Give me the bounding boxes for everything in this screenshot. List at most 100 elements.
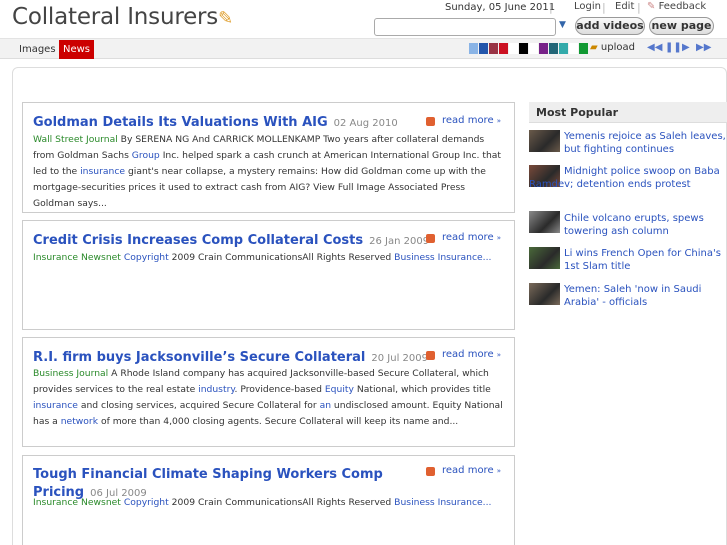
article-text: Copyright 2009 Crain CommunicationsAll R… [121, 252, 492, 263]
rss-icon[interactable] [426, 467, 435, 476]
article-source[interactable]: Wall Street Journal [33, 134, 118, 145]
divider: | [602, 1, 606, 14]
article-text: By SERENA NG And CARRICK MOLLENKAMP Two … [33, 134, 501, 209]
inline-link[interactable]: industry [198, 384, 234, 395]
article-body: Insurance Newsnet Copyright 2009 Crain C… [33, 250, 508, 266]
article-source[interactable]: Business Journal [33, 368, 108, 379]
article-source[interactable]: Insurance Newsnet [33, 497, 121, 508]
rewind-icon[interactable]: ◀◀ [647, 42, 662, 53]
upload-icon: ▰ [590, 42, 598, 53]
site-logo-text: Collateral Insurers [12, 4, 219, 30]
color-swatch[interactable] [509, 43, 518, 54]
login-link[interactable]: Login [574, 1, 601, 12]
color-swatch[interactable] [519, 43, 528, 54]
news-thumbnail[interactable] [529, 130, 560, 152]
inline-link[interactable]: Business Insurance... [394, 252, 491, 263]
article-source[interactable]: Insurance Newsnet [33, 252, 121, 263]
read-more-link[interactable]: read more » [442, 349, 501, 360]
pencil-icon: ✎ [218, 8, 233, 29]
add-videos-button[interactable]: add videos [575, 17, 645, 35]
article-date: 26 Jan 2009 [369, 236, 430, 247]
inline-link[interactable]: an [320, 400, 331, 411]
news-thumbnail[interactable] [529, 211, 560, 233]
body-text: National, which provides title [353, 384, 491, 395]
article-title[interactable]: R.I. firm buys Jacksonville’s Secure Col… [33, 350, 428, 365]
tab-images[interactable]: Images [15, 40, 60, 59]
rss-icon[interactable] [426, 234, 435, 243]
popular-item-link[interactable]: Li wins French Open for China's 1st Slam… [564, 247, 726, 273]
color-swatch[interactable] [479, 43, 488, 54]
inline-link[interactable]: insurance [33, 400, 78, 411]
feedback-link[interactable]: ✎ Feedback [647, 1, 706, 12]
tab-news[interactable]: News [59, 40, 95, 59]
article-body: Insurance Newsnet Copyright 2009 Crain C… [33, 495, 508, 511]
news-thumbnail[interactable] [529, 247, 560, 269]
body-text: . Providence-based [234, 384, 325, 395]
color-swatch[interactable] [579, 43, 588, 54]
read-more-link[interactable]: read more » [442, 115, 501, 126]
news-thumbnail[interactable] [529, 283, 560, 305]
inline-link[interactable]: network [61, 416, 98, 427]
feedback-label: Feedback [658, 1, 707, 12]
inline-link[interactable]: Copyright [124, 252, 169, 263]
rss-icon[interactable] [426, 117, 435, 126]
color-swatch[interactable] [529, 43, 538, 54]
color-swatch[interactable] [559, 43, 568, 54]
inline-link[interactable]: Equity [325, 384, 354, 395]
read-more-link[interactable]: read more » [442, 232, 501, 243]
body-text: and closing services, acquired Secure Co… [77, 400, 320, 411]
upload-label: upload [600, 42, 635, 53]
color-swatch[interactable] [499, 43, 508, 54]
most-popular-panel: Most Popular Yemenis rejoice as Saleh le… [529, 102, 727, 522]
edit-link[interactable]: Edit [615, 1, 634, 12]
pause-icon[interactable]: ❚❚ [665, 42, 682, 53]
nav-bar: Images News ▰ upload ◀◀ ❚❚ ▶ ▶▶ [0, 38, 727, 59]
body-text: of more than 4,000 closing agents. Secur… [98, 416, 459, 427]
play-icon[interactable]: ▶ [682, 42, 690, 53]
inline-link[interactable]: Copyright [124, 497, 169, 508]
color-swatch[interactable] [549, 43, 558, 54]
article-body: Wall Street Journal By SERENA NG And CAR… [33, 132, 508, 212]
inline-link[interactable]: insurance [80, 166, 125, 177]
color-swatch[interactable] [489, 43, 498, 54]
header: Collateral Insurers✎ Sunday, 05 June 201… [0, 0, 727, 40]
body-text: 2009 Crain CommunicationsAll Rights Rese… [168, 252, 395, 263]
article-title-text: Goldman Details Its Valuations With AIG [33, 115, 328, 130]
popular-item-link[interactable]: Midnight police swoop on Baba Ramdev; de… [529, 165, 727, 191]
popular-item-link[interactable]: Yemenis rejoice as Saleh leaves, but fig… [564, 130, 726, 156]
read-more-label: read more [442, 465, 494, 476]
article-title-text: R.I. firm buys Jacksonville’s Secure Col… [33, 350, 366, 365]
article-date: 02 Aug 2010 [333, 118, 398, 129]
fast-forward-icon[interactable]: ▶▶ [696, 42, 711, 53]
site-logo[interactable]: Collateral Insurers✎ [12, 4, 233, 30]
divider: | [637, 1, 641, 14]
inline-link[interactable]: Group [132, 150, 160, 161]
news-article: Tough Financial Climate Shaping Workers … [22, 455, 515, 545]
new-page-button[interactable]: new page [649, 17, 714, 35]
arrow-icon: » [496, 234, 502, 242]
divider: | [549, 1, 553, 14]
article-title[interactable]: Goldman Details Its Valuations With AIG 0… [33, 115, 398, 130]
rss-icon[interactable] [426, 351, 435, 360]
article-title-text: Credit Crisis Increases Comp Collateral … [33, 233, 364, 248]
arrow-icon: » [496, 467, 502, 475]
color-swatch[interactable] [539, 43, 548, 54]
chevron-down-icon[interactable]: ▼ [559, 20, 566, 30]
popular-item-link[interactable]: Chile volcano erupts, spews towering ash… [564, 212, 726, 238]
popular-item-link[interactable]: Yemen: Saleh 'now in Saudi Arabia' - off… [564, 283, 726, 309]
color-swatch[interactable] [569, 43, 578, 54]
article-title[interactable]: Credit Crisis Increases Comp Collateral … [33, 233, 429, 248]
upload-button[interactable]: ▰ upload [590, 42, 635, 53]
search-input[interactable] [374, 18, 556, 36]
article-date: 20 Jul 2009 [371, 353, 428, 364]
arrow-icon: » [496, 117, 502, 125]
feedback-icon: ✎ [647, 1, 656, 12]
color-swatch[interactable] [469, 43, 478, 54]
read-more-link[interactable]: read more » [442, 465, 501, 476]
body-text: 2009 Crain CommunicationsAll Rights Rese… [168, 497, 395, 508]
read-more-label: read more [442, 115, 494, 126]
arrow-icon: » [496, 351, 502, 359]
inline-link[interactable]: Business Insurance... [394, 497, 491, 508]
news-article: R.I. firm buys Jacksonville’s Secure Col… [22, 337, 515, 447]
news-article: Goldman Details Its Valuations With AIG 0… [22, 102, 515, 213]
